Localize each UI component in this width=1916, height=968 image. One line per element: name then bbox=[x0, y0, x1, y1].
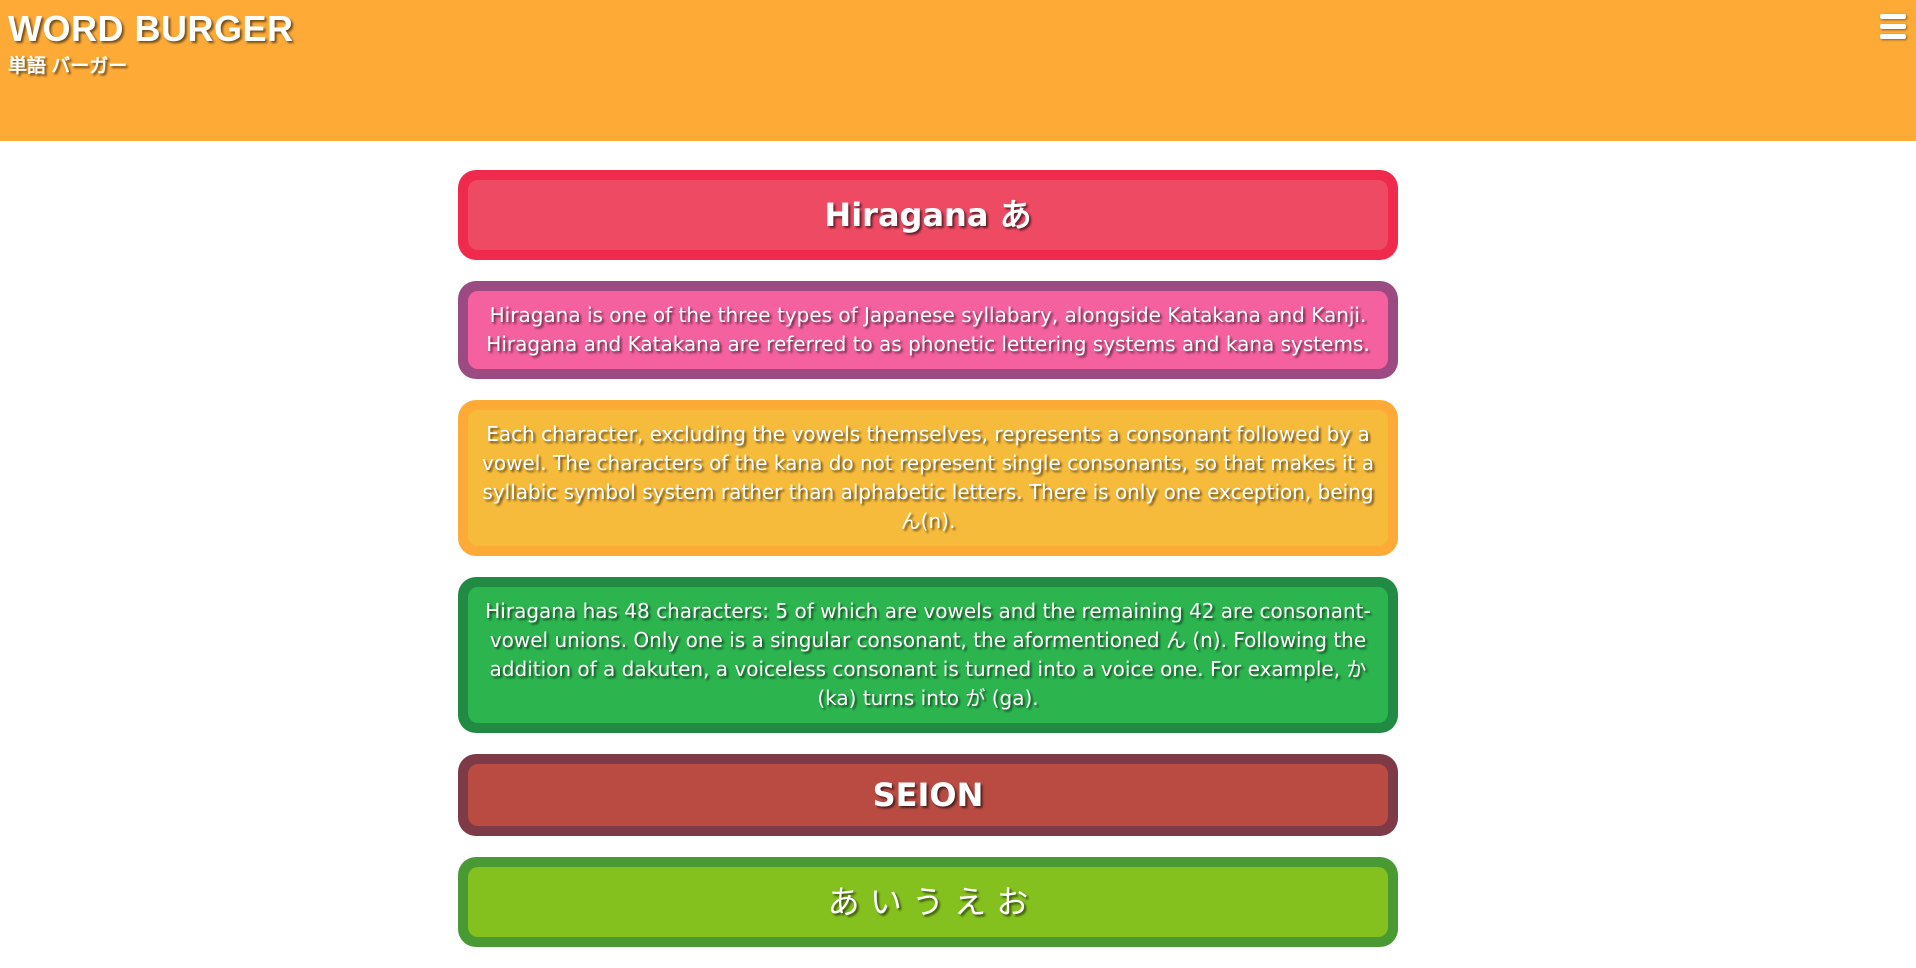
info-card: Hiragana is one of the three types of Ja… bbox=[458, 281, 1398, 379]
section-heading: SEION bbox=[468, 764, 1388, 826]
vowel-row: あ い う え お bbox=[468, 867, 1388, 937]
site-subtitle: 単語 バーガー bbox=[8, 56, 128, 77]
info-paragraph: Each character, excluding the vowels the… bbox=[468, 410, 1388, 546]
info-card: Hiragana has 48 characters: 5 of which a… bbox=[458, 577, 1398, 733]
main-content: Hiragana あ Hiragana is one of the three … bbox=[458, 170, 1398, 968]
section-heading-card: SEION bbox=[458, 754, 1398, 836]
vowel-row-card: あ い う え お bbox=[458, 857, 1398, 947]
site-header: WORD BURGER 単語 バーガー bbox=[0, 0, 1916, 141]
hamburger-menu-icon[interactable] bbox=[1880, 14, 1908, 42]
heading-card: Hiragana あ bbox=[458, 170, 1398, 260]
menu-bar bbox=[1880, 14, 1906, 19]
info-paragraph: Hiragana has 48 characters: 5 of which a… bbox=[468, 587, 1388, 723]
info-card: Each character, excluding the vowels the… bbox=[458, 400, 1398, 556]
info-paragraph: Hiragana is one of the three types of Ja… bbox=[468, 291, 1388, 369]
menu-bar bbox=[1880, 24, 1906, 29]
site-title[interactable]: WORD BURGER bbox=[8, 9, 293, 49]
page-title: Hiragana あ bbox=[468, 180, 1388, 250]
menu-bar bbox=[1880, 34, 1906, 39]
